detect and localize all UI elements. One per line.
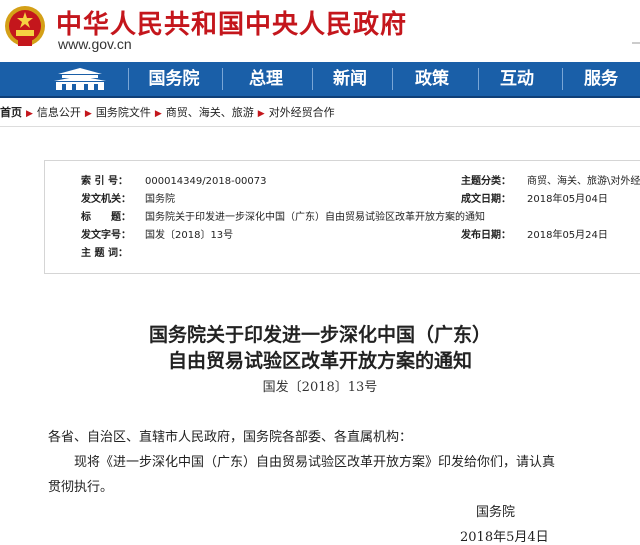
breadcrumb-home[interactable]: 首页 [0, 106, 22, 119]
meta-row-keywords: 主 题 词： [45, 245, 640, 263]
title-value: 国务院关于印发进一步深化中国（广东）自由贸易试验区改革开放方案的通知 [145, 212, 485, 223]
doc-number-label: 发文字号： [81, 230, 131, 241]
issuer-label: 发文机关： [81, 194, 131, 205]
doc-number-value: 国发〔2018〕13号 [145, 230, 234, 241]
document-salutation: 各省、自治区、直辖市人民政府，国务院各部委、各直属机构： [48, 430, 413, 445]
publish-date-label: 发布日期： [461, 230, 511, 241]
publish-date-value: 2018年05月24日 [527, 230, 608, 241]
header-divider [632, 42, 640, 44]
meta-row-docno: 发文字号： 国发〔2018〕13号 发布日期： 2018年05月24日 [45, 227, 640, 245]
breadcrumb-info-public[interactable]: 信息公开 [37, 106, 81, 119]
breadcrumb-trade-customs-tourism[interactable]: 商贸、海关、旅游 [166, 106, 254, 119]
title-label: 标 题： [81, 212, 131, 223]
issuer-value: 国务院 [145, 194, 175, 205]
meta-row-title: 标 题： 国务院关于印发进一步深化中国（广东）自由贸易试验区改革开放方案的通知 [45, 209, 640, 227]
nav-item-interaction[interactable]: 互动 [482, 62, 552, 96]
nav-separator [478, 68, 479, 90]
tiananmen-icon[interactable] [48, 66, 112, 92]
document-title-line-2: 自由贸易试验区改革开放方案的通知 [167, 350, 472, 372]
written-date-value: 2018年05月04日 [527, 194, 608, 205]
nav-item-premier[interactable]: 总理 [226, 62, 306, 96]
chevron-right-icon: ▶ [257, 109, 265, 119]
written-date-label: 成文日期： [461, 194, 511, 205]
breadcrumb-foreign-trade[interactable]: 对外经贸合作 [269, 106, 335, 119]
document-body-line-2: 贯彻执行。 [48, 480, 114, 495]
keywords-label: 主 题 词： [81, 248, 128, 259]
nav-item-service[interactable]: 服务 [566, 62, 636, 96]
document-body-line-1: 现将《进一步深化中国（广东）自由贸易试验区改革开放方案》印发给你们，请认真 [74, 455, 556, 470]
nav-item-policy[interactable]: 政策 [396, 62, 468, 96]
meta-row-issuer: 发文机关： 国务院 成文日期： 2018年05月04日 [45, 191, 640, 209]
nav-separator [128, 68, 129, 90]
document-title-line-1: 国务院关于印发进一步深化中国（广东） [148, 324, 491, 346]
main-nav: 国务院 总理 新闻 政策 互动 服务 [0, 62, 640, 98]
document-date: 2018年5月4日 [460, 530, 549, 545]
nav-separator [392, 68, 393, 90]
site-url[interactable]: www.gov.cn [58, 36, 132, 52]
index-value: 000014349/2018-00073 [145, 176, 267, 187]
nav-separator [222, 68, 223, 90]
nav-item-news[interactable]: 新闻 [314, 62, 386, 96]
national-emblem-icon[interactable] [4, 4, 46, 50]
nav-item-state-council[interactable]: 国务院 [132, 62, 216, 96]
nav-separator [562, 68, 563, 90]
chevron-right-icon: ▶ [154, 109, 162, 119]
breadcrumb-state-council-docs[interactable]: 国务院文件 [96, 106, 151, 119]
document-signature: 国务院 [476, 505, 516, 520]
index-label: 索 引 号： [81, 176, 128, 187]
category-label: 主题分类： [461, 176, 511, 187]
nav-separator [312, 68, 313, 90]
document-metadata-box: 索 引 号： 000014349/2018-00073 主题分类： 商贸、海关、… [44, 160, 640, 274]
category-value: 商贸、海关、旅游\对外经 [527, 176, 640, 187]
meta-row-index: 索 引 号： 000014349/2018-00073 主题分类： 商贸、海关、… [45, 173, 640, 191]
chevron-right-icon: ▶ [26, 109, 33, 119]
document-number: 国发〔2018〕13号 [262, 380, 378, 395]
chevron-right-icon: ▶ [84, 109, 92, 119]
breadcrumb: 首页 ▶ 信息公开 ▶ 国务院文件 ▶ 商贸、海关、旅游 ▶ 对外经贸合作 [0, 100, 640, 127]
site-header: 中华人民共和国中央人民政府 www.gov.cn [0, 0, 640, 62]
